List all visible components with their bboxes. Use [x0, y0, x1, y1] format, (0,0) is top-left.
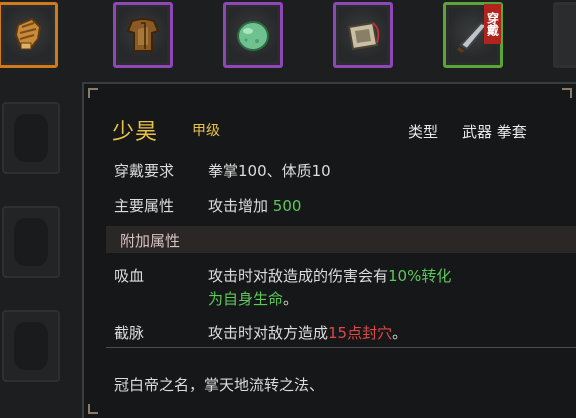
- inventory-slot-armor[interactable]: [113, 2, 173, 68]
- main-attribute-row: 攻击增加 500: [208, 195, 301, 216]
- meridian-description: 攻击时对敌方造成15点封穴。: [208, 322, 407, 343]
- grid-slot[interactable]: [2, 102, 60, 174]
- meridian-label: 截脉: [114, 324, 145, 342]
- pouch-icon: [347, 21, 380, 51]
- item-name: 少昊: [112, 120, 159, 145]
- flavor-text: 冠白帝之名，掌天地流转之法、: [114, 376, 325, 394]
- fist-gauntlet-icon: [14, 17, 42, 51]
- jade-stone-icon: [237, 21, 269, 51]
- inventory-slot-empty[interactable]: [553, 2, 576, 68]
- inventory-slot-pouch[interactable]: [333, 2, 393, 68]
- extra-attributes-header: 附加属性: [106, 226, 576, 253]
- lifesteal-highlight-2: 生命: [253, 290, 284, 308]
- corner-ornament: [88, 404, 98, 414]
- type-value: 武器 拳套: [462, 123, 527, 141]
- inventory-slot-jade[interactable]: [223, 2, 283, 68]
- lifesteal-text: 攻击时对敌造成的伤害会有: [208, 267, 389, 285]
- corner-ornament: [88, 88, 98, 98]
- item-grade: 甲级: [192, 123, 220, 139]
- lifesteal-end: 。: [283, 290, 299, 308]
- meridian-highlight: 15点封穴: [328, 324, 393, 342]
- extra-attributes-title: 附加属性: [120, 232, 181, 250]
- main-attribute-value: 500: [272, 197, 302, 215]
- corner-ornament: [562, 88, 572, 98]
- leather-armor-icon: [126, 18, 160, 52]
- grid-slot[interactable]: [2, 310, 60, 382]
- divider: [106, 347, 576, 348]
- lifesteal-label: 吸血: [114, 267, 145, 285]
- main-attribute-text: 攻击增加: [208, 197, 269, 215]
- equipped-badge: 穿戴: [484, 4, 501, 44]
- main-attribute-label: 主要属性: [114, 197, 175, 215]
- meridian-text: 攻击时对敌方造成: [208, 324, 329, 342]
- lifesteal-description: 攻击时对敌造成的伤害会有10%转化为自身生命。: [208, 265, 458, 311]
- type-label: 类型: [408, 123, 439, 141]
- meridian-end: 。: [392, 324, 408, 342]
- inventory-slot-gauntlet[interactable]: [0, 2, 58, 68]
- requirement-label: 穿戴要求: [114, 162, 175, 180]
- item-tooltip: 少昊 甲级 类型 武器 拳套 穿戴要求 拳掌100、体质10 主要属性 攻击增加…: [82, 82, 576, 418]
- requirement-value: 拳掌100、体质10: [208, 162, 331, 180]
- inventory-slot-blade[interactable]: 穿戴: [443, 2, 503, 68]
- grid-slot[interactable]: [2, 206, 60, 278]
